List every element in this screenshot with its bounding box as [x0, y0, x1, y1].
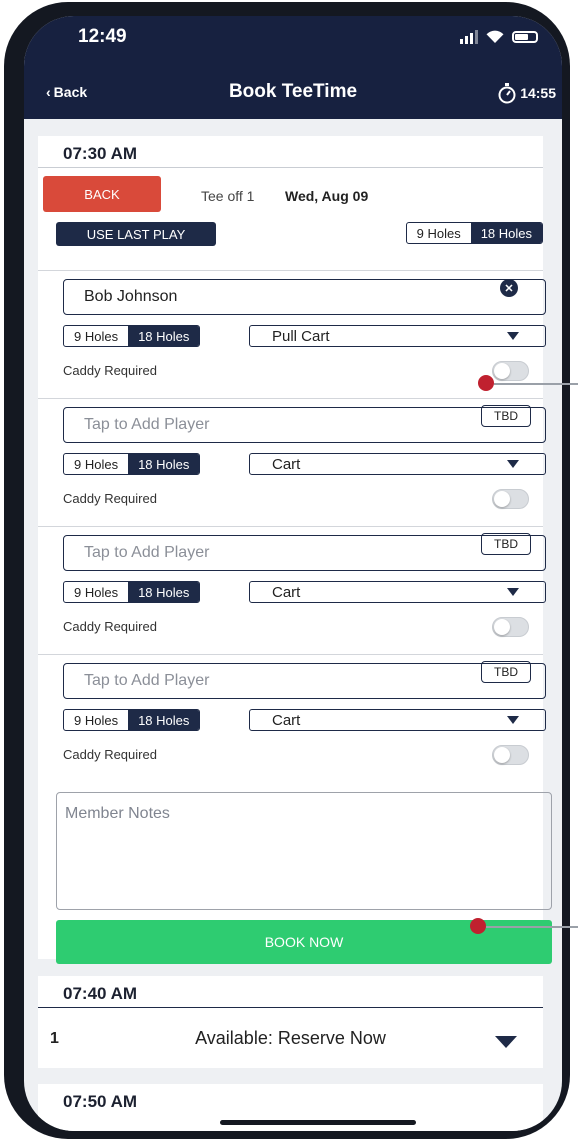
group-9-holes-option[interactable]: 9 Holes: [407, 223, 471, 243]
cart-select[interactable]: Cart: [249, 453, 546, 475]
9-holes-option[interactable]: 9 Holes: [64, 454, 128, 474]
tbd-button[interactable]: TBD: [481, 405, 531, 427]
tbd-button[interactable]: TBD: [481, 533, 531, 555]
tee-date: Wed, Aug 09: [285, 188, 369, 204]
cart-select[interactable]: Cart: [249, 581, 546, 603]
add-player-field[interactable]: Tap to Add Player: [63, 535, 546, 571]
player-slot: Bob Johnson ✕ 9 Holes 18 Holes Pull Cart…: [38, 270, 546, 398]
cart-value: Cart: [272, 455, 301, 473]
home-indicator: [220, 1120, 416, 1125]
caret-down-icon: [507, 332, 519, 340]
tbd-button[interactable]: TBD: [481, 661, 531, 683]
header: 12:49 ‹ Back Book TeeTime 14:55: [24, 16, 562, 119]
caret-down-icon[interactable]: [495, 1036, 517, 1048]
third-slot-time: 07:50 AM: [63, 1092, 138, 1111]
caddy-required-label: Caddy Required: [63, 491, 157, 506]
timer-value: 14:55: [520, 85, 556, 101]
9-holes-option[interactable]: 9 Holes: [64, 582, 128, 602]
stopwatch-icon: [498, 83, 516, 104]
9-holes-option[interactable]: 9 Holes: [64, 710, 128, 730]
member-notes-field[interactable]: Member Notes: [56, 792, 552, 910]
cart-value: Pull Cart: [272, 327, 330, 345]
caret-down-icon: [507, 588, 519, 596]
cart-value: Cart: [272, 583, 301, 601]
caret-down-icon: [507, 716, 519, 724]
player-holes-toggle[interactable]: 9 Holes 18 Holes: [63, 581, 201, 603]
tee-off-label: Tee off 1: [201, 188, 255, 204]
player-name-field[interactable]: Bob Johnson: [63, 279, 546, 315]
back-button[interactable]: BACK: [43, 176, 161, 212]
silent-switch: [4, 178, 14, 224]
annotation-marker: [478, 375, 494, 391]
page-title: Book TeeTime: [228, 81, 358, 102]
cart-select[interactable]: Pull Cart: [249, 325, 546, 347]
tee-time-row: 07:30 AM: [38, 136, 543, 168]
annotation-line: [486, 926, 578, 928]
add-player-field[interactable]: Tap to Add Player: [63, 407, 546, 443]
battery-icon: [512, 31, 538, 43]
session-timer: 14:55: [497, 82, 556, 104]
status-icons: [460, 30, 538, 44]
group-holes-toggle[interactable]: 9 Holes 18 Holes: [405, 222, 543, 244]
caddy-required-label: Caddy Required: [63, 619, 157, 634]
caret-down-icon: [507, 460, 519, 468]
next-slot-time-row: 07:40 AM: [38, 976, 543, 1008]
next-slot-time: 07:40 AM: [63, 984, 138, 1003]
caddy-required-label: Caddy Required: [63, 363, 157, 378]
18-holes-option[interactable]: 18 Holes: [128, 326, 200, 346]
signal-icon: [460, 30, 478, 44]
cart-select[interactable]: Cart: [249, 709, 546, 731]
caddy-toggle[interactable]: [492, 361, 529, 381]
group-18-holes-option[interactable]: 18 Holes: [470, 223, 542, 243]
status-time: 12:49: [78, 26, 127, 47]
player-slot: Tap to Add Player TBD 9 Holes 18 Holes C…: [38, 654, 546, 782]
phone-frame: 12:49 ‹ Back Book TeeTime 14:55 07:30 AM…: [4, 2, 570, 1139]
player-holes-toggle[interactable]: 9 Holes 18 Holes: [63, 709, 201, 731]
use-last-play-button[interactable]: USE LAST PLAY: [56, 222, 216, 246]
9-holes-option[interactable]: 9 Holes: [64, 326, 128, 346]
player-holes-toggle[interactable]: 9 Holes 18 Holes: [63, 325, 201, 347]
cart-value: Cart: [272, 711, 301, 729]
annotation-line: [494, 383, 578, 385]
caddy-required-label: Caddy Required: [63, 747, 157, 762]
volume-down-button: [4, 396, 14, 496]
player-slot: Tap to Add Player TBD 9 Holes 18 Holes C…: [38, 398, 546, 526]
reserve-now-link[interactable]: Available: Reserve Now: [38, 1028, 543, 1049]
18-holes-option[interactable]: 18 Holes: [128, 582, 200, 602]
18-holes-option[interactable]: 18 Holes: [128, 454, 200, 474]
tee-time: 07:30 AM: [63, 144, 138, 163]
player-slot: Tap to Add Player TBD 9 Holes 18 Holes C…: [38, 526, 546, 654]
caddy-toggle[interactable]: [492, 745, 529, 765]
caddy-toggle[interactable]: [492, 617, 529, 637]
player-holes-toggle[interactable]: 9 Holes 18 Holes: [63, 453, 201, 475]
booking-card: 07:30 AM BACK Tee off 1 Wed, Aug 09 USE …: [38, 136, 552, 964]
add-player-field[interactable]: Tap to Add Player: [63, 663, 546, 699]
caddy-toggle[interactable]: [492, 489, 529, 509]
wifi-icon: [486, 30, 504, 43]
next-slot-card: 07:40 AM 1 Available: Reserve Now: [38, 976, 543, 1068]
clear-icon[interactable]: ✕: [500, 279, 518, 297]
third-slot-time-row: 07:50 AM: [38, 1084, 543, 1116]
annotation-marker: [470, 918, 486, 934]
18-holes-option[interactable]: 18 Holes: [128, 710, 200, 730]
volume-up-button: [4, 258, 14, 358]
screen: 12:49 ‹ Back Book TeeTime 14:55 07:30 AM…: [24, 16, 562, 1131]
